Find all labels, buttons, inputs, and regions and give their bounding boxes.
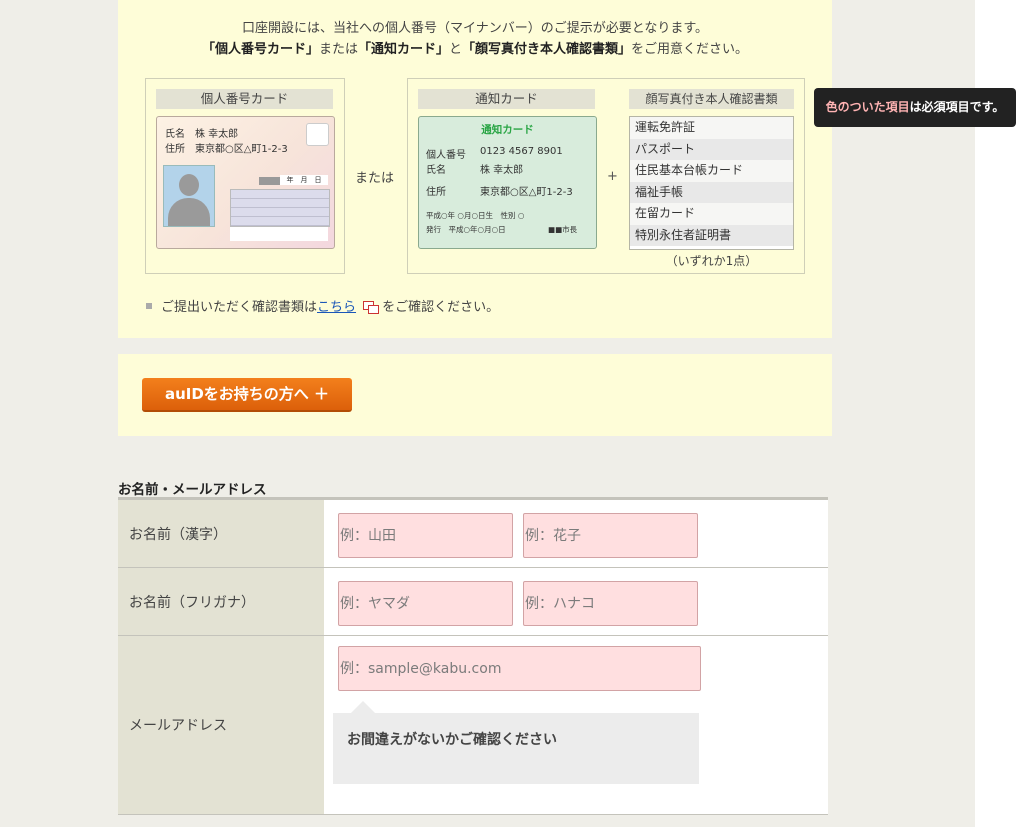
intro-line-1: 口座開設には、当社への個人番号（マイナンバー）のご提示が必要となります。 bbox=[241, 21, 709, 36]
notice-card-name-label: 氏名 bbox=[426, 165, 446, 176]
email-label: メールアドレス bbox=[129, 718, 227, 734]
notice-card-mayor: ■■市長 bbox=[548, 225, 578, 234]
auid-panel: auIDをお持ちの方へ ＋ bbox=[118, 354, 832, 436]
mynumber-card-image: 氏名 株 幸太郎 住所 東京都○区△町1-2-3 年 月 日 bbox=[156, 116, 335, 249]
intro-text-or: または bbox=[318, 42, 358, 57]
email-confirm-note: お間違えがないかご確認ください bbox=[347, 732, 557, 748]
plus-text: + bbox=[607, 169, 618, 184]
mynumber-card-title: 個人番号カード bbox=[156, 89, 333, 109]
mynumber-card-date: 年 月 日 bbox=[280, 175, 328, 185]
chip-icon bbox=[306, 123, 329, 146]
photo-id-note: （いずれか1点） bbox=[665, 254, 758, 268]
form-label-cell: メールアドレス bbox=[118, 636, 324, 814]
email-input[interactable] bbox=[338, 646, 701, 691]
tooltip-rest: は必須項目です。 bbox=[909, 100, 1005, 114]
notice-card-title: 通知カード bbox=[418, 89, 595, 109]
mynumber-info-panel: 口座開設には、当社への個人番号（マイナンバー）のご提示が必要となります。 「個人… bbox=[118, 0, 832, 338]
external-window-icon[interactable] bbox=[363, 301, 380, 314]
required-fields-tooltip: 色のついた項目は必須項目です。 bbox=[814, 88, 1016, 127]
list-item: 運転免許証 bbox=[630, 117, 793, 139]
last-name-kanji-input[interactable] bbox=[338, 513, 513, 558]
confirm-docs-link[interactable]: こちら bbox=[317, 300, 356, 315]
confirm-docs-line: ご提出いただく確認書類はこちら をご確認ください。 bbox=[146, 296, 499, 315]
intro-text-and: と bbox=[449, 42, 463, 57]
first-name-kanji-input[interactable] bbox=[523, 513, 698, 558]
or-text: または bbox=[355, 171, 395, 186]
mynumber-card-address-label: 住所 bbox=[165, 144, 185, 155]
notice-card-birth-line: 平成○年 ○月○日生 性別 ○ bbox=[426, 211, 525, 220]
name-kanji-label: お名前（漢字） bbox=[129, 526, 227, 543]
photo-id-title: 顔写真付き本人確認書類 bbox=[629, 89, 794, 109]
form-row-name-kanji: お名前（漢字） bbox=[118, 500, 828, 568]
notice-card-name-value: 株 幸太郎 bbox=[480, 165, 524, 176]
name-email-form: お名前（漢字） お名前（フリガナ） メールアドレス お間違えがないかご確認くださ… bbox=[118, 497, 828, 815]
hint-arrow-icon bbox=[351, 701, 375, 713]
intro-text-end: をご用意ください。 bbox=[631, 42, 749, 57]
last-name-kana-input[interactable] bbox=[338, 581, 513, 626]
form-row-name-kana: お名前（フリガナ） bbox=[118, 568, 828, 636]
notice-card-box: 通知カード 通知カード 個人番号 0123 4567 8901 氏名 株 幸太郎… bbox=[407, 78, 805, 274]
list-item: 住民基本台帳カード bbox=[630, 160, 793, 182]
list-item: 特別永住者証明書 bbox=[630, 224, 793, 246]
auid-expand-button[interactable]: auIDをお持ちの方へ ＋ bbox=[142, 378, 352, 412]
bullet-icon bbox=[146, 303, 152, 309]
notice-card-address-label: 住所 bbox=[426, 187, 446, 198]
list-item: 在留カード bbox=[630, 203, 793, 225]
intro-quote-photo-id: 「顔写真付き本人確認書類」 bbox=[462, 42, 632, 57]
notice-card-number-label: 個人番号 bbox=[426, 150, 466, 161]
intro-quote-mynumber-card: 「個人番号カード」 bbox=[201, 42, 319, 57]
confirm-docs-prefix: ご提出いただく確認書類は bbox=[161, 300, 318, 315]
email-confirm-hint: お間違えがないかご確認ください bbox=[333, 701, 699, 784]
list-item: パスポート bbox=[630, 138, 793, 160]
intro-quote-notice-card: 「通知カード」 bbox=[357, 42, 449, 57]
mynumber-card-box: 個人番号カード 氏名 株 幸太郎 住所 東京都○区△町1-2-3 年 月 日 bbox=[145, 78, 345, 274]
confirm-docs-suffix: をご確認ください。 bbox=[382, 300, 500, 315]
notice-card-image: 通知カード 個人番号 0123 4567 8901 氏名 株 幸太郎 住所 東京… bbox=[418, 116, 597, 249]
notice-card-heading: 通知カード bbox=[481, 124, 534, 136]
photo-id-list: 運転免許証 パスポート 住民基本台帳カード 福祉手帳 在留カード 特別永住者証明… bbox=[629, 116, 794, 250]
notice-card-number-value: 0123 4567 8901 bbox=[480, 146, 563, 157]
form-label-cell: お名前（フリガナ） bbox=[118, 568, 324, 635]
tooltip-highlight: 色のついた項目 bbox=[825, 100, 910, 114]
form-label-cell: お名前（漢字） bbox=[118, 500, 324, 567]
intro-line-2: 「個人番号カード」または「通知カード」と「顔写真付き本人確認書類」をご用意くださ… bbox=[118, 38, 832, 57]
name-kana-label: お名前（フリガナ） bbox=[129, 594, 255, 611]
form-section-title: お名前・メールアドレス bbox=[118, 482, 267, 498]
first-name-kana-input[interactable] bbox=[523, 581, 698, 626]
mynumber-card-name-label: 氏名 bbox=[165, 129, 185, 140]
notice-card-address-value: 東京都○区△町1-2-3 bbox=[480, 187, 573, 198]
face-photo-icon bbox=[163, 165, 215, 227]
mynumber-card-address-value: 東京都○区△町1-2-3 bbox=[195, 144, 288, 155]
notice-card-issue-line: 発行 平成○年○月○日 bbox=[426, 225, 506, 234]
form-row-email: メールアドレス お間違えがないかご確認ください bbox=[118, 636, 828, 815]
list-item: 福祉手帳 bbox=[630, 181, 793, 203]
mynumber-card-name-value: 株 幸太郎 bbox=[195, 129, 239, 140]
